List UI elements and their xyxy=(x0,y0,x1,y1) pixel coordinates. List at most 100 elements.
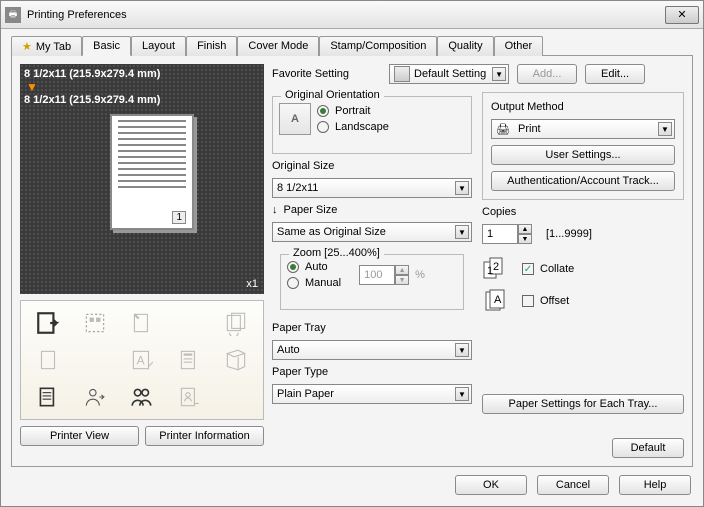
user-settings-button[interactable]: User Settings... xyxy=(491,145,675,165)
chevron-down-icon: ▼ xyxy=(455,181,469,195)
preview-page-number: 1 xyxy=(172,211,186,224)
feature-icon-secure-print[interactable] xyxy=(27,380,70,413)
portrait-radio[interactable]: Portrait xyxy=(317,105,389,117)
tab-quality[interactable]: Quality xyxy=(437,36,493,56)
favorite-label: Favorite Setting xyxy=(272,68,349,80)
zoom-auto-radio[interactable]: Auto xyxy=(287,261,341,273)
feature-icon-output[interactable] xyxy=(27,307,70,340)
tab-panel: 8 1/2x11 (215.9x279.4 mm) ▼ 8 1/2x11 (21… xyxy=(11,55,693,467)
copies-range: [1...9999] xyxy=(546,228,592,240)
middle-column: Original Orientation A Portrait Landscap… xyxy=(272,92,472,458)
right-column: Favorite Setting Default Setting ▼ Add..… xyxy=(272,64,684,458)
orientation-icon: A xyxy=(279,103,311,135)
close-button[interactable]: ✕ xyxy=(665,6,699,24)
tab-my-tab[interactable]: ★My Tab xyxy=(11,36,82,56)
svg-text:2: 2 xyxy=(493,261,499,273)
paper-tray-label: Paper Tray xyxy=(272,322,472,334)
feature-icon-grid: A xyxy=(20,300,264,420)
printer-icon: 🖶 xyxy=(5,7,21,23)
zoom-group: Zoom [25...400%] Auto Manual 100 ▲▼ xyxy=(280,254,464,310)
help-button[interactable]: Help xyxy=(619,475,691,495)
original-size-label: Original Size xyxy=(272,160,472,172)
copies-label: Copies xyxy=(482,206,684,218)
offset-checkbox[interactable]: Offset xyxy=(522,295,569,307)
left-column: 8 1/2x11 (215.9x279.4 mm) ▼ 8 1/2x11 (21… xyxy=(20,64,264,458)
copies-spinner[interactable]: 1 ▲▼ xyxy=(482,224,532,244)
orientation-title: Original Orientation xyxy=(281,89,384,101)
landscape-radio[interactable]: Landscape xyxy=(317,121,389,133)
print-icon: 🖨 xyxy=(496,123,514,136)
favorite-row: Favorite Setting Default Setting ▼ Add..… xyxy=(272,64,684,84)
paper-tray-select[interactable]: Auto▼ xyxy=(272,340,472,360)
cancel-button[interactable]: Cancel xyxy=(537,475,609,495)
page-preview: 8 1/2x11 (215.9x279.4 mm) ▼ 8 1/2x11 (21… xyxy=(20,64,264,294)
feature-icon-form[interactable] xyxy=(167,344,210,377)
chevron-down-icon: ▼ xyxy=(455,225,469,239)
orientation-group: Original Orientation A Portrait Landscap… xyxy=(272,96,472,154)
offset-icon: A xyxy=(482,288,512,314)
feature-icon-watermark[interactable]: A xyxy=(121,344,164,377)
chevron-down-icon: ▼ xyxy=(658,122,672,136)
preview-count: x1 xyxy=(246,278,258,290)
favorite-add-button[interactable]: Add... xyxy=(517,64,577,84)
far-column: Output Method 🖨 Print ▼ User Settings...… xyxy=(482,92,684,458)
tab-bar: ★My Tab Basic Layout Finish Cover Mode S… xyxy=(1,29,703,55)
dialog-buttons: OK Cancel Help xyxy=(1,467,703,503)
output-title: Output Method xyxy=(491,101,675,113)
zoom-manual-radio[interactable]: Manual xyxy=(287,277,341,289)
default-button[interactable]: Default xyxy=(612,438,684,458)
spin-down-icon[interactable]: ▼ xyxy=(518,234,532,244)
printer-information-button[interactable]: Printer Information xyxy=(145,426,264,446)
zoom-spinner[interactable]: 100 ▲▼ xyxy=(359,265,409,285)
zoom-title: Zoom [25...400%] xyxy=(289,247,384,259)
lock-icon xyxy=(394,66,410,82)
preview-size-from: 8 1/2x11 (215.9x279.4 mm) xyxy=(24,68,260,80)
tab-other[interactable]: Other xyxy=(494,36,544,56)
paper-size-arrow-icon: ↓ xyxy=(272,204,278,216)
tab-finish[interactable]: Finish xyxy=(186,36,237,56)
feature-icon-user[interactable] xyxy=(74,380,117,413)
preview-size-to: 8 1/2x11 (215.9x279.4 mm) xyxy=(24,94,260,106)
printer-view-button[interactable]: Printer View xyxy=(20,426,139,446)
star-icon: ★ xyxy=(22,41,32,53)
window-title: Printing Preferences xyxy=(27,9,665,21)
svg-text:A: A xyxy=(494,294,502,306)
tab-layout[interactable]: Layout xyxy=(131,36,186,56)
feature-icon-staple[interactable] xyxy=(121,307,164,340)
close-icon: ✕ xyxy=(677,8,686,21)
paper-type-select[interactable]: Plain Paper▼ xyxy=(272,384,472,404)
favorite-select[interactable]: Default Setting ▼ xyxy=(389,64,509,84)
paper-type-label: Paper Type xyxy=(272,366,472,378)
chevron-down-icon: ▼ xyxy=(455,343,469,357)
spin-up-icon[interactable]: ▲ xyxy=(518,224,532,234)
collate-icon: 12 xyxy=(482,256,512,282)
collate-checkbox[interactable]: ✓Collate xyxy=(522,263,574,275)
paper-settings-tray-button[interactable]: Paper Settings for Each Tray... xyxy=(482,394,684,414)
feature-icon-duplex[interactable] xyxy=(214,307,257,340)
tab-cover-mode[interactable]: Cover Mode xyxy=(237,36,319,56)
auth-track-button[interactable]: Authentication/Account Track... xyxy=(491,171,675,191)
printing-preferences-dialog: 🖶 Printing Preferences ✕ ★My Tab Basic L… xyxy=(0,0,704,507)
feature-icon-blank[interactable] xyxy=(27,344,70,377)
arrow-down-icon: ▼ xyxy=(26,80,260,94)
tab-stamp-composition[interactable]: Stamp/Composition xyxy=(319,36,437,56)
feature-icon-id-print[interactable] xyxy=(167,380,210,413)
paper-size-label: Paper Size xyxy=(284,204,338,216)
feature-icon-nup[interactable] xyxy=(74,307,117,340)
ok-button[interactable]: OK xyxy=(455,475,527,495)
original-size-select[interactable]: 8 1/2x11▼ xyxy=(272,178,472,198)
feature-icon-users[interactable] xyxy=(121,380,164,413)
tab-basic[interactable]: Basic xyxy=(82,36,131,56)
chevron-down-icon: ▼ xyxy=(455,387,469,401)
output-group: Output Method 🖨 Print ▼ User Settings...… xyxy=(482,92,684,200)
spin-up-icon[interactable]: ▲ xyxy=(395,265,409,275)
output-select[interactable]: 🖨 Print ▼ xyxy=(491,119,675,139)
spin-down-icon[interactable]: ▼ xyxy=(395,275,409,285)
feature-icon-book[interactable] xyxy=(214,344,257,377)
favorite-edit-button[interactable]: Edit... xyxy=(585,64,645,84)
chevron-down-icon: ▼ xyxy=(492,67,506,81)
titlebar: 🖶 Printing Preferences ✕ xyxy=(1,1,703,29)
paper-size-select[interactable]: Same as Original Size▼ xyxy=(272,222,472,242)
preview-page: 1 xyxy=(110,114,194,230)
zoom-pct: % xyxy=(415,269,425,281)
